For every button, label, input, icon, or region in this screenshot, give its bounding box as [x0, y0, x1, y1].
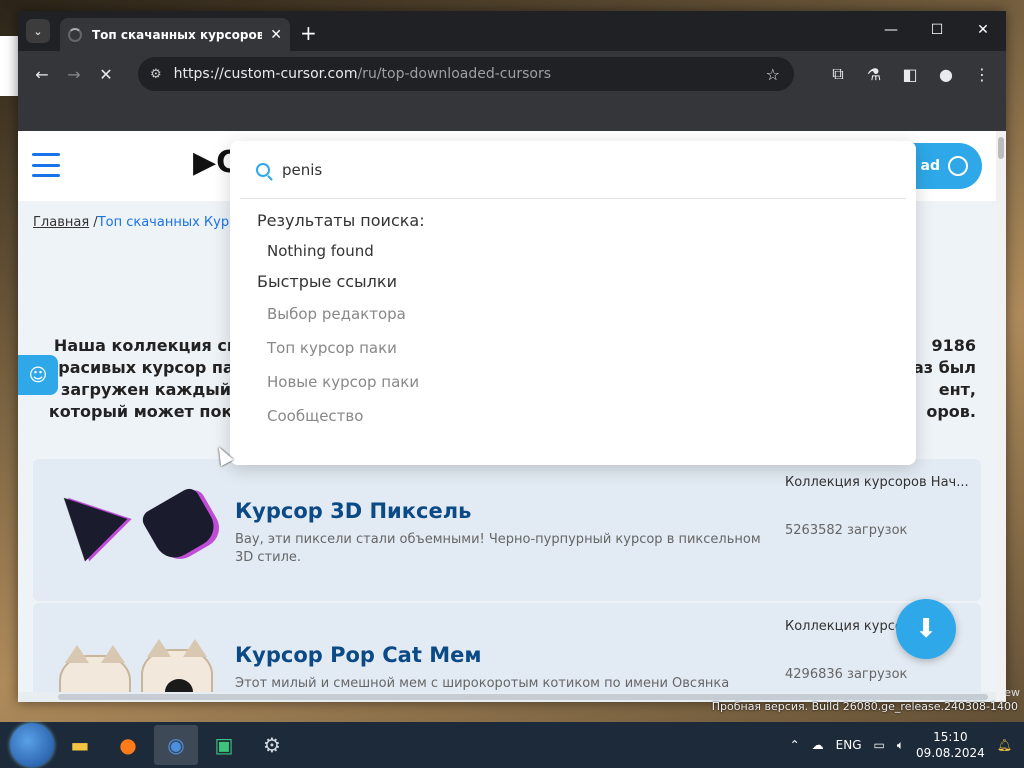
cursor-card[interactable]: Курсор 3D Пиксель Вау, эти пиксели стали…: [33, 459, 981, 601]
labs-icon[interactable]: ⚗: [858, 58, 890, 90]
bookmark-star-icon[interactable]: ☆: [766, 65, 780, 84]
window-controls: — ☐ ✕: [868, 11, 1006, 49]
chrome-taskbar-icon[interactable]: ◉: [154, 725, 198, 765]
title-bar: ⌄ Топ скачанных курсоров - Cu ✕ + — ☐ ✕: [18, 11, 1006, 51]
network-icon[interactable]: ☁: [812, 738, 824, 752]
profile-icon[interactable]: ●: [930, 58, 962, 90]
desktop-logo-fragment: [0, 36, 18, 96]
watermark-fragment: ew: [1004, 686, 1020, 699]
clock-date: 09.08.2024: [916, 746, 985, 760]
quick-link-new-packs[interactable]: Новые курсор паки: [230, 373, 916, 391]
card-title[interactable]: Курсор 3D Пиксель: [235, 499, 471, 523]
volume-icon[interactable]: 🔈︎: [897, 738, 904, 753]
tab-search-button[interactable]: ⌄: [26, 19, 50, 43]
windows-watermark: Пробная версия. Build 26080.ge_release.2…: [711, 700, 1018, 713]
arrow-left-icon: ←: [35, 64, 49, 84]
search-results-heading: Результаты поиска:: [257, 211, 425, 230]
side-panel-icon[interactable]: ◧: [894, 58, 926, 90]
card-downloads: 4296836 загрузок: [785, 667, 908, 682]
language-indicator[interactable]: ENG: [836, 738, 862, 752]
bookmark-bar: [18, 97, 1006, 131]
cursor-card[interactable]: Курсор Pop Cat Мем Этот милый и смешной …: [33, 603, 981, 702]
breadcrumb-current: Топ скачанных Курс: [97, 215, 237, 230]
card-downloads: 5263582 загрузок: [785, 523, 908, 538]
menu-icon[interactable]: ⋮: [966, 58, 998, 90]
tab-title: Топ скачанных курсоров - Cu: [92, 27, 263, 42]
loading-spinner-icon: [68, 27, 82, 42]
card-collection-link[interactable]: Коллекция курсоров Нач...: [785, 475, 973, 490]
extensions-icon[interactable]: ⧉: [822, 58, 854, 90]
url-host: https://custom-cursor.com: [173, 66, 358, 82]
clock-time: 15:10: [933, 730, 968, 744]
tab-close-icon[interactable]: ✕: [270, 27, 282, 43]
no-results-text: Nothing found: [267, 242, 374, 260]
notification-bell-icon[interactable]: 🔔︎: [997, 738, 1012, 752]
install-button-label: ad: [920, 158, 940, 174]
clock[interactable]: 15:10 09.08.2024: [916, 729, 985, 761]
forward-button[interactable]: →: [58, 58, 90, 90]
quick-link-community[interactable]: Сообщество: [230, 407, 916, 425]
stop-loading-button[interactable]: ✕: [90, 58, 122, 90]
steam-icon[interactable]: ⚙: [250, 725, 294, 765]
cursor-thumbnail[interactable]: [55, 625, 215, 702]
close-icon: ✕: [99, 64, 113, 84]
toolbar-right: ⧉ ⚗ ◧ ● ⋮: [822, 58, 998, 90]
minimize-button[interactable]: —: [868, 11, 914, 49]
hamburger-menu-icon[interactable]: [32, 153, 60, 177]
maximize-button[interactable]: ☐: [914, 11, 960, 49]
search-icon: [256, 162, 270, 177]
address-bar[interactable]: ⚙ https://custom-cursor.com/ru/top-downl…: [138, 57, 794, 91]
web-page: ▶C ad Главная /Топ скачанных Курс Наша к…: [18, 131, 1006, 702]
download-fab-button[interactable]: ⬇: [896, 599, 956, 659]
back-button[interactable]: ←: [26, 58, 58, 90]
search-input[interactable]: [282, 160, 842, 179]
app-icon[interactable]: ▣: [202, 725, 246, 765]
cursor-thumbnail[interactable]: [42, 476, 221, 571]
breadcrumb-home-link[interactable]: Главная: [33, 215, 89, 230]
close-window-button[interactable]: ✕: [960, 11, 1006, 49]
search-dropdown: Результаты поиска: Nothing found Быстрые…: [230, 141, 916, 465]
active-tab[interactable]: Топ скачанных курсоров - Cu ✕: [60, 18, 290, 51]
system-tray: ⌃ ☁ ENG ▭ 🔈︎ 15:10 09.08.2024 🔔︎: [790, 722, 1024, 768]
download-icon: ⬇: [915, 614, 937, 644]
firefox-icon[interactable]: ●: [106, 725, 150, 765]
chrome-icon: [948, 156, 968, 176]
breadcrumb: Главная /Топ скачанных Курс: [33, 215, 236, 230]
new-tab-button[interactable]: +: [300, 21, 317, 45]
intro-text-right: 9186 аз был ент, оров.: [912, 336, 976, 421]
site-settings-icon[interactable]: ⚙: [150, 67, 162, 82]
browser-toolbar: ← → ✕ ⚙ https://custom-cursor.com/ru/top…: [18, 51, 1006, 97]
card-title[interactable]: Курсор Pop Cat Мем: [235, 643, 482, 667]
search-row: [240, 141, 906, 199]
pixel-arrow-cursor-image: [42, 476, 128, 562]
quick-link-top-packs[interactable]: Топ курсор паки: [230, 339, 916, 357]
taskbar: ▬ ● ◉ ▣ ⚙ ⌃ ☁ ENG ▭ 🔈︎ 15:10 09.08.2024 …: [0, 722, 1024, 768]
file-explorer-icon[interactable]: ▬: [58, 725, 102, 765]
tray-chevron-icon[interactable]: ⌃: [790, 738, 800, 752]
intro-text-left: Наша коллекция си красивых курсор пак за…: [47, 336, 245, 421]
pixel-hand-cursor-image: [139, 485, 221, 565]
chevron-down-icon: ⌄: [33, 24, 43, 38]
card-description: Этот милый и смешной мем с широкоротым к…: [235, 676, 730, 691]
browser-window: ⌄ Топ скачанных курсоров - Cu ✕ + — ☐ ✕ …: [18, 11, 1006, 702]
vertical-scrollbar[interactable]: [996, 131, 1006, 702]
arrow-right-icon: →: [67, 64, 81, 84]
friends-icon[interactable]: ☺: [18, 355, 58, 395]
display-icon[interactable]: ▭: [874, 738, 885, 752]
quick-link-editors-choice[interactable]: Выбор редактора: [230, 305, 916, 323]
start-button[interactable]: [10, 723, 54, 767]
quick-links-heading: Быстрые ссылки: [257, 272, 397, 291]
url-path: /ru/top-downloaded-cursors: [357, 66, 552, 82]
card-description: Вау, эти пиксели стали объемными! Черно-…: [235, 532, 761, 565]
